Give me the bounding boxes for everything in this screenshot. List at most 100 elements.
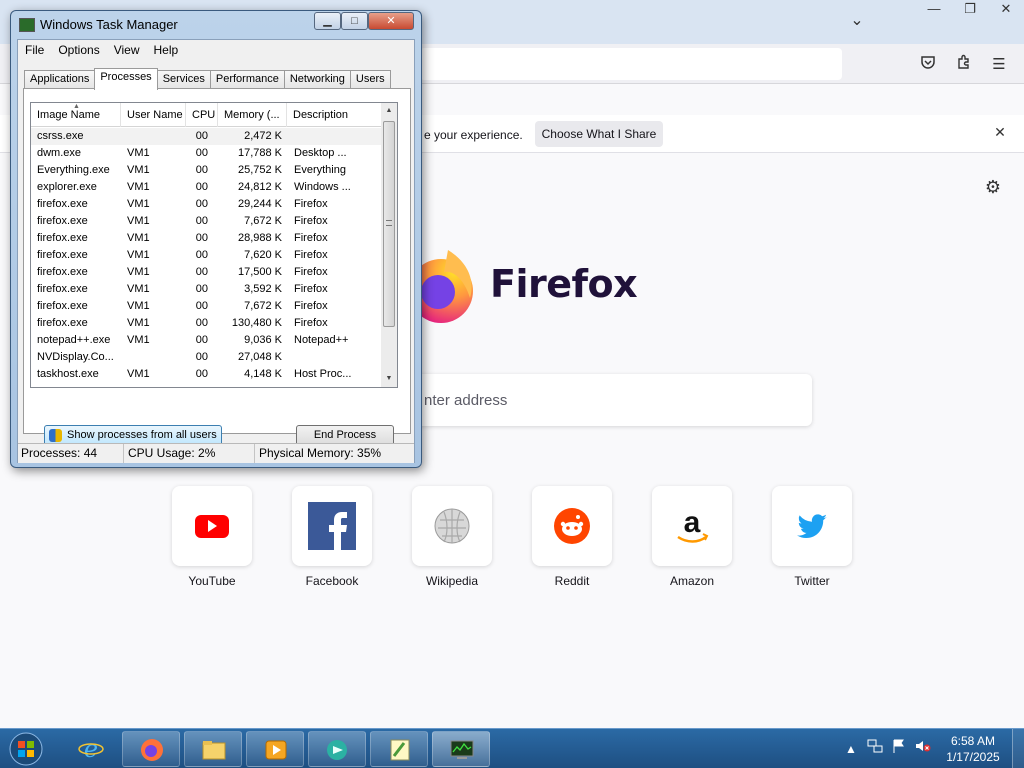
- choose-what-i-share-button[interactable]: Choose What I Share: [535, 121, 663, 147]
- process-image-name: firefox.exe: [37, 300, 88, 312]
- process-row[interactable]: firefox.exe VM1 00 7,672 K Firefox: [31, 213, 381, 230]
- minimize-button[interactable]: ▁: [314, 12, 341, 30]
- shortcut-tile-facebook[interactable]: [292, 486, 372, 566]
- taskbar-media-player[interactable]: [246, 731, 304, 767]
- process-memory: 24,812 K: [237, 181, 282, 193]
- process-row[interactable]: csrss.exe 00 2,472 K: [31, 128, 381, 145]
- taskbar-app[interactable]: [308, 731, 366, 767]
- column-header-memory[interactable]: Memory (...: [218, 103, 287, 127]
- menu-options[interactable]: Options: [51, 40, 106, 60]
- volume-muted-icon[interactable]: [912, 729, 934, 768]
- restore-icon[interactable]: ❐: [952, 0, 988, 20]
- process-row[interactable]: Everything.exe VM1 00 25,752 K Everything: [31, 162, 381, 179]
- tab-services[interactable]: Services: [156, 70, 211, 89]
- tab-processes[interactable]: Processes: [94, 68, 158, 90]
- process-row[interactable]: taskhost.exe VM1 00 4,148 K Host Proc...: [31, 366, 381, 383]
- shortcut-tile-twitter[interactable]: [772, 486, 852, 566]
- internet-explorer-icon: e: [78, 735, 104, 763]
- process-row[interactable]: explorer.exe VM1 00 24,812 K Windows ...: [31, 179, 381, 196]
- notepad-plus-plus-icon: [387, 738, 413, 762]
- taskbar-firefox[interactable]: [122, 731, 180, 767]
- column-header-description[interactable]: Description: [287, 103, 381, 127]
- process-row[interactable]: firefox.exe VM1 00 17,500 K Firefox: [31, 264, 381, 281]
- process-user-name: VM1: [127, 215, 150, 227]
- status-bar: Processes: 44 CPU Usage: 2% Physical Mem…: [18, 443, 414, 463]
- process-memory: 7,672 K: [244, 215, 282, 227]
- process-row[interactable]: firefox.exe VM1 00 28,988 K Firefox: [31, 230, 381, 247]
- clock[interactable]: 6:58 AM 1/17/2025: [940, 733, 1006, 765]
- sort-ascending-icon: ▲: [73, 103, 80, 110]
- action-center-flag-icon[interactable]: [888, 729, 910, 768]
- extensions-icon[interactable]: [953, 54, 975, 76]
- column-header-cpu[interactable]: CPU: [186, 103, 218, 127]
- process-memory: 27,048 K: [237, 351, 282, 363]
- notification-close-icon[interactable]: ✕: [990, 122, 1010, 142]
- column-header-user-name[interactable]: User Name: [121, 103, 186, 127]
- show-desktop-button[interactable]: [1012, 729, 1024, 768]
- process-row[interactable]: firefox.exe VM1 00 3,592 K Firefox: [31, 281, 381, 298]
- process-user-name: VM1: [127, 317, 150, 329]
- process-row[interactable]: firefox.exe VM1 00 29,244 K Firefox: [31, 196, 381, 213]
- shortcut-tile-amazon[interactable]: a: [652, 486, 732, 566]
- process-user-name: VM1: [127, 334, 150, 346]
- process-row[interactable]: firefox.exe VM1 00 7,672 K Firefox: [31, 298, 381, 315]
- task-manager-graphic: [450, 740, 474, 759]
- scrollbar-thumb[interactable]: [383, 121, 395, 327]
- network-icon[interactable]: [864, 729, 886, 768]
- minimize-icon[interactable]: —: [916, 0, 952, 20]
- process-row[interactable]: NVDisplay.Co... 00 27,048 K: [31, 349, 381, 366]
- menu-file[interactable]: File: [18, 40, 51, 60]
- process-row[interactable]: firefox.exe VM1 00 7,620 K Firefox: [31, 247, 381, 264]
- scroll-up-icon[interactable]: ▲: [381, 103, 397, 119]
- start-button[interactable]: [6, 731, 46, 767]
- uac-shield-icon: [49, 429, 62, 442]
- show-hidden-icons-icon[interactable]: ▲: [844, 729, 858, 768]
- taskbar-windows-explorer[interactable]: [184, 731, 242, 767]
- pocket-icon[interactable]: [917, 54, 939, 76]
- tab-networking[interactable]: Networking: [283, 70, 351, 89]
- shortcut-label-facebook: Facebook: [305, 574, 359, 588]
- hamburger-menu-icon[interactable]: ☰: [988, 54, 1010, 76]
- process-image-name: firefox.exe: [37, 232, 88, 244]
- process-description: [294, 349, 381, 366]
- process-description: Desktop ...: [294, 147, 347, 159]
- process-image-name: explorer.exe: [37, 181, 97, 193]
- tab-performance[interactable]: Performance: [209, 70, 285, 89]
- close-icon[interactable]: ✕: [988, 0, 1024, 20]
- tab-users[interactable]: Users: [349, 70, 391, 89]
- firefox-wordmark: Firefox: [490, 262, 638, 306]
- process-row[interactable]: dwm.exe VM1 00 17,788 K Desktop ...: [31, 145, 381, 162]
- process-cpu: 00: [195, 147, 208, 159]
- maximize-button[interactable]: □: [341, 12, 368, 30]
- menu-view[interactable]: View: [107, 40, 147, 60]
- taskbar-notepad-plus-plus[interactable]: [370, 731, 428, 767]
- process-description: Windows ...: [294, 181, 351, 193]
- shortcut-tile-wikipedia[interactable]: [412, 486, 492, 566]
- shortcut-tile-reddit[interactable]: [532, 486, 612, 566]
- process-image-name: firefox.exe: [37, 198, 88, 210]
- folder-graphic: [202, 741, 226, 760]
- process-row[interactable]: firefox.exe VM1 00 130,480 K Firefox: [31, 315, 381, 332]
- close-button[interactable]: ✕: [368, 12, 414, 30]
- menu-help[interactable]: Help: [147, 40, 186, 60]
- gear-icon[interactable]: ⚙: [982, 176, 1004, 198]
- list-all-tabs-icon[interactable]: ⌄: [846, 10, 868, 32]
- process-user-name: VM1: [127, 232, 150, 244]
- process-description: Firefox: [294, 249, 328, 261]
- firefox-url-bar[interactable]: [420, 48, 842, 80]
- process-cpu: 00: [195, 351, 208, 363]
- shortcut-label-youtube: YouTube: [188, 574, 236, 588]
- process-row[interactable]: notepad++.exe VM1 00 9,036 K Notepad++: [31, 332, 381, 349]
- scroll-down-icon[interactable]: ▼: [381, 371, 397, 387]
- tab-applications[interactable]: Applications: [24, 70, 96, 89]
- status-physical-memory: Physical Memory: 35%: [259, 446, 382, 460]
- process-user-name: VM1: [127, 266, 150, 278]
- process-image-name: firefox.exe: [37, 266, 88, 278]
- taskbar-task-manager[interactable]: [432, 731, 490, 767]
- process-list-scrollbar[interactable]: ▲ ▼: [381, 102, 398, 388]
- process-list: Image Name ▲ User Name CPU Memory (... D…: [30, 102, 382, 388]
- process-image-name: taskhost.exe: [37, 368, 99, 380]
- process-description: [294, 128, 381, 145]
- taskbar-internet-explorer[interactable]: e: [62, 731, 120, 767]
- shortcut-tile-youtube[interactable]: [172, 486, 252, 566]
